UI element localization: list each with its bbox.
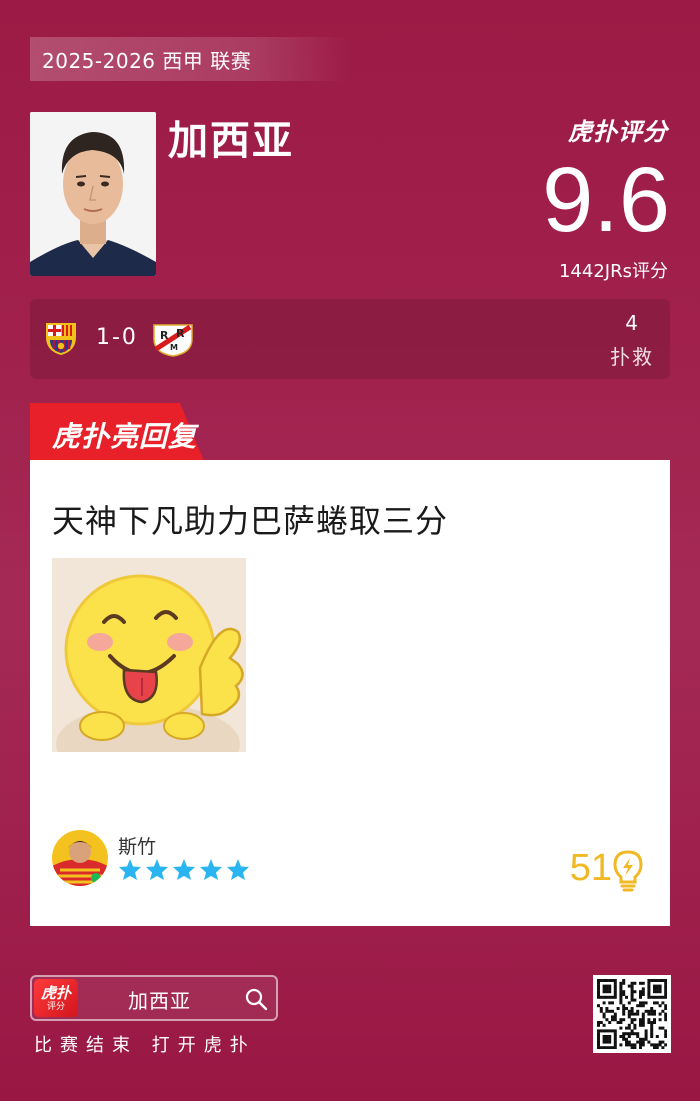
league-label: 2025-2026 西甲 联赛 [30, 37, 350, 81]
svg-text:M: M [170, 343, 178, 352]
match-score: 1-0 [96, 325, 138, 350]
rating-score: 9.6 [542, 149, 670, 251]
user-rating-stars [118, 858, 250, 881]
star-icon [227, 859, 249, 880]
saves-label: 扑救 [610, 345, 654, 369]
smiling-emoji-image [52, 558, 246, 752]
hupu-search-bar[interactable]: 虎扑 评分 加西亚 [30, 975, 278, 1021]
fc-barcelona-crest-icon [42, 319, 80, 357]
player-photo [30, 112, 156, 276]
rayo-vallecano-crest-icon: R R M [152, 319, 193, 357]
app-icon-line2: 评分 [46, 1001, 65, 1012]
rating-votes: 1442JRs评分 [558, 261, 668, 282]
tab-label: 虎扑亮回复 [52, 420, 198, 453]
qr-code [593, 975, 671, 1053]
player-name: 加西亚 [168, 118, 294, 164]
league-text: 2025-2026 西甲 联赛 [42, 48, 252, 73]
svg-text:R: R [176, 327, 185, 340]
star-icon [173, 859, 195, 880]
user-avatar[interactable] [52, 830, 108, 886]
hupu-highlight-reply-tab: 虎扑亮回复 [30, 403, 204, 461]
like-count: 51 [569, 847, 612, 889]
footer-caption: 比赛结束 打开虎扑 [34, 1035, 256, 1056]
svg-text:R: R [160, 329, 169, 342]
search-icon[interactable] [244, 987, 268, 1011]
match-info-bar: 1-0 R R M 4 扑救 [30, 299, 670, 379]
reply-text: 天神下凡助力巴萨蜷取三分 [52, 502, 449, 540]
hupu-rating-logo: 虎扑评分 [568, 118, 668, 146]
star-icon [146, 859, 168, 880]
username[interactable]: 斯竹 [118, 832, 156, 859]
search-term: 加西亚 [128, 989, 191, 1013]
app-icon-line1: 虎扑 [40, 983, 71, 1002]
lightbulb-icon[interactable] [612, 850, 644, 892]
saves-value: 4 [625, 311, 638, 335]
star-icon [200, 859, 222, 880]
hupu-app-icon: 虎扑 评分 [34, 979, 78, 1017]
star-icon [119, 859, 141, 880]
reply-card: 天神下凡助力巴萨蜷取三分 斯竹 51 [30, 460, 670, 926]
